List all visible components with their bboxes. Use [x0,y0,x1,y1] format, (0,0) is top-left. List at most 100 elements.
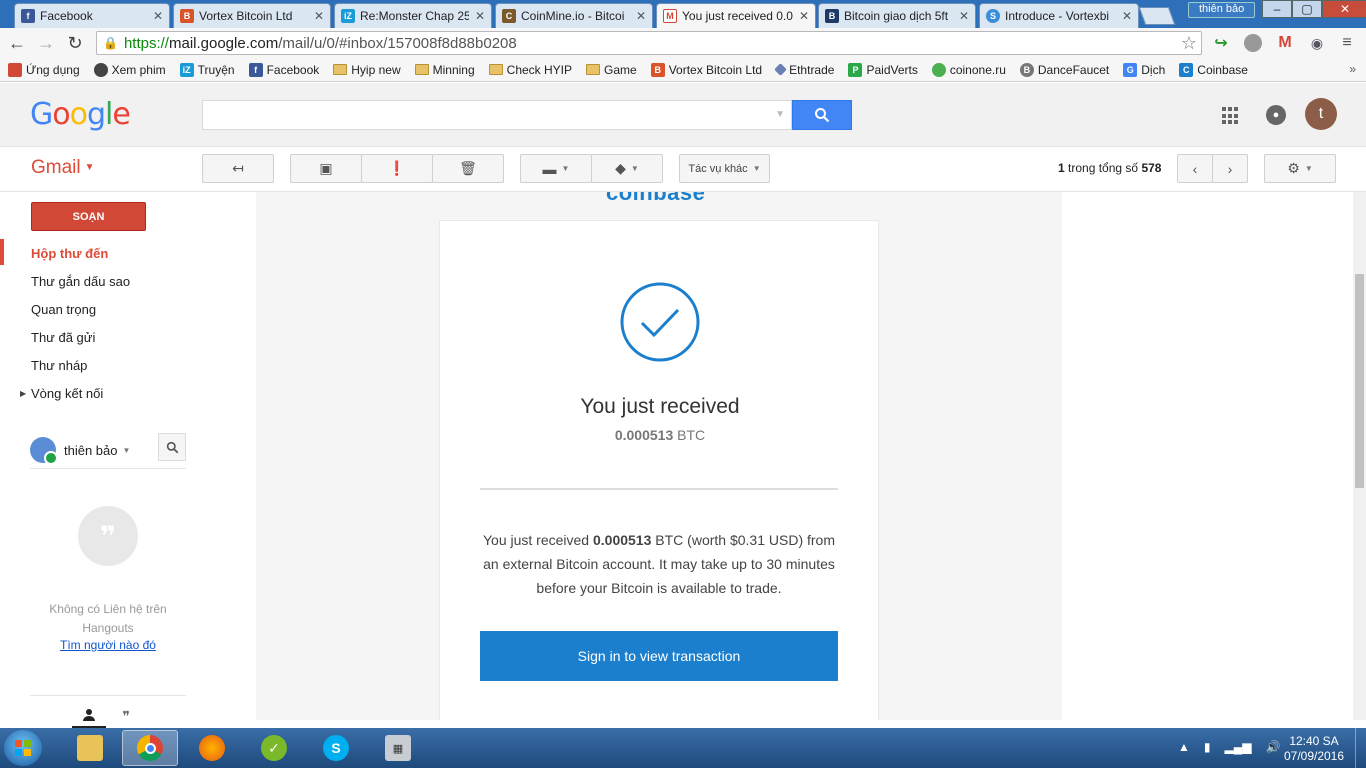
bookmark-folder-game[interactable]: Game [586,63,637,77]
show-desktop-button[interactable] [1355,728,1366,768]
bookmark-star-icon[interactable]: ☆ [1181,33,1197,54]
more-actions-button[interactable]: Tác vụ khác ▼ [679,154,770,183]
close-icon[interactable]: ✕ [959,9,969,23]
taskbar-firefox[interactable] [184,730,240,766]
tab-gmail-active[interactable]: M You just received 0.0 ✕ [656,3,816,28]
forward-arrow-icon[interactable]: → [35,32,57,54]
scrollbar-thumb[interactable] [1355,274,1364,488]
taskbar-skype[interactable]: S [308,730,364,766]
signal-bars-icon[interactable]: ▂▄▆ [1225,740,1252,754]
extension-globe-icon[interactable] [1244,34,1262,52]
older-button[interactable]: › [1212,154,1248,183]
network-icon[interactable]: ▮ [1204,740,1211,754]
bookmark-coinone[interactable]: coinone.ru [931,62,1006,77]
taskbar-explorer[interactable] [62,730,118,766]
folder-icon [333,64,348,75]
bookmark-folder-minning[interactable]: Minning [414,63,475,77]
address-bar[interactable]: 🔒 https://mail.google.com/mail/u/0/#inbo… [96,31,1202,55]
tab-introduce-vortex[interactable]: S Introduce - Vortexbi ✕ [979,3,1139,28]
expand-triangle-icon[interactable]: ▶ [20,389,26,398]
nav-circles[interactable]: Vòng kết nối [31,386,103,401]
conversations-tab[interactable]: ❞ [109,704,143,728]
chevron-left-icon: ‹ [1192,160,1198,177]
tab-facebook[interactable]: f Facebook ✕ [14,3,170,28]
volume-icon[interactable]: 🔊 [1265,740,1280,754]
tab-strip: f Facebook ✕ B Vortex Bitcoin Ltd ✕ iZ R… [0,0,1366,28]
move-to-button[interactable]: ▬ ▼ [520,154,592,183]
nav-sent[interactable]: Thư đã gửi [31,330,95,345]
bookmark-xem-phim[interactable]: Xem phim [93,62,166,77]
bookmark-apps[interactable]: Ứng dụng [8,62,80,77]
bookmark-paidverts[interactable]: P PaidVerts [848,62,918,77]
bookmark-facebook[interactable]: f Facebook [248,62,319,77]
gmail-switcher[interactable]: Gmail ▼ [31,157,95,179]
tab-vortex[interactable]: B Vortex Bitcoin Ltd ✕ [173,3,331,28]
windows-start-icon[interactable] [4,730,42,766]
bookmarks-overflow-icon[interactable]: » [1349,62,1356,76]
find-someone-link[interactable]: Tìm người nào đó [30,638,186,652]
nav-inbox[interactable]: Hộp thư đến [31,246,108,261]
close-icon[interactable]: ✕ [314,9,324,23]
bookmark-truyen[interactable]: iZ Truyện [179,62,235,77]
compose-button[interactable]: SOẠN [31,202,146,231]
taskbar-calculator[interactable]: ▦ [370,730,426,766]
notifications-bell-icon[interactable]: ● [1266,105,1286,125]
search-options-caret-icon[interactable]: ▼ [775,109,785,120]
coinmine-icon: C [502,9,516,23]
chrome-menu-icon[interactable]: ≡ [1338,34,1356,52]
close-icon[interactable]: ✕ [799,9,809,23]
tray-expand-icon[interactable]: ▲ [1178,740,1190,754]
bookmark-dancefaucet[interactable]: B DanceFaucet [1019,62,1109,77]
chevron-down-icon: ▼ [630,164,639,173]
close-icon[interactable]: ✕ [153,9,163,23]
contacts-tab[interactable] [72,704,106,728]
taskbar-coccoc[interactable]: ✓ [246,730,302,766]
nav-starred[interactable]: Thư gắn dấu sao [31,274,130,289]
taskbar-clock[interactable]: 12:40 SA 07/09/2016 [1280,734,1348,764]
report-spam-button[interactable]: ❗ [361,154,433,183]
delete-button[interactable]: 🗑 [432,154,504,183]
close-icon[interactable]: ✕ [475,9,485,23]
taskbar-chrome[interactable] [122,730,178,766]
archive-button[interactable]: ▣ [290,154,362,183]
close-icon[interactable]: ✕ [1122,9,1132,23]
bookmark-vortex[interactable]: B Vortex Bitcoin Ltd [650,62,762,77]
newer-button[interactable]: ‹ [1177,154,1213,183]
chevron-down-icon: ▼ [561,164,570,173]
new-tab-button[interactable] [1138,7,1176,25]
google-logo[interactable]: Google [30,97,131,132]
sign-in-view-transaction-button[interactable]: Sign in to view transaction [480,631,838,681]
bookmark-ethtrade[interactable]: Ethtrade [774,63,834,77]
tab-bitcoin-exchange[interactable]: B Bitcoin giao dịch 5ft ✕ [818,3,976,28]
tab-remonster[interactable]: iZ Re:Monster Chap 25 ✕ [334,3,492,28]
back-arrow-icon[interactable]: ← [6,32,28,54]
window-close-icon[interactable]: ✕ [1322,0,1366,18]
nav-important[interactable]: Quan trọng [31,302,96,317]
account-avatar[interactable]: t [1305,98,1337,130]
tab-coinmine[interactable]: C CoinMine.io - Bitcoi ✕ [495,3,653,28]
reload-icon[interactable]: ↻ [64,32,86,54]
search-button[interactable] [792,100,852,130]
windows-logo-icon [15,740,31,756]
bookmark-dich[interactable]: G Dịch [1123,62,1165,77]
search-input[interactable]: ▼ [202,100,792,130]
browser-profile-button[interactable]: thiên bảo [1188,2,1256,18]
nav-drafts[interactable]: Thư nháp [31,358,87,373]
google-apps-icon[interactable] [1222,107,1240,125]
hangouts-search-button[interactable] [158,433,186,461]
minimize-icon[interactable]: – [1262,0,1292,18]
folder-icon [488,64,503,75]
truyen-icon: iZ [179,62,194,77]
back-to-inbox-button[interactable]: ↤ [202,154,274,183]
gmail-checker-icon[interactable]: M [1276,34,1294,52]
bookmark-folder-hyip[interactable]: Hyip new [333,63,401,77]
extension-eye-icon[interactable]: ◉ [1308,34,1326,52]
extension-arrow-icon[interactable]: ↪ [1212,34,1230,52]
page-scrollbar[interactable] [1353,192,1366,720]
maximize-icon[interactable]: ▢ [1292,0,1322,18]
labels-button[interactable]: ◆ ▼ [591,154,663,183]
bookmark-coinbase[interactable]: C Coinbase [1179,62,1248,77]
close-icon[interactable]: ✕ [636,9,646,23]
settings-button[interactable]: ⚙ ▼ [1264,154,1336,183]
bookmark-folder-check-hyip[interactable]: Check HYIP [488,63,572,77]
